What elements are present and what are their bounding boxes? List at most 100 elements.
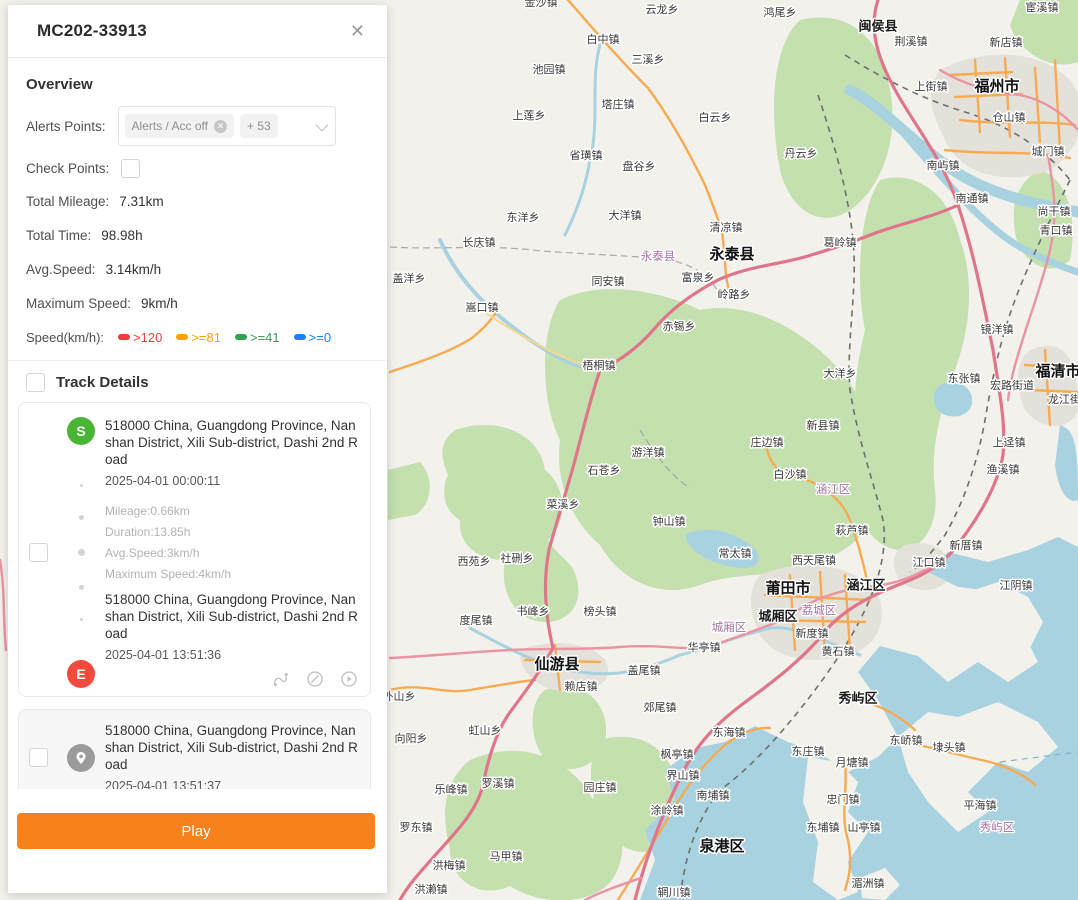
- map-label: 福清市: [1034, 362, 1078, 380]
- map-label: 埭头镇: [933, 740, 966, 754]
- track-stop-card[interactable]: 518000 China, Guangdong Province, Nansha…: [18, 709, 371, 789]
- start-time: 2025-04-01 00:00:11: [105, 474, 360, 488]
- map-label: 涵江区: [816, 482, 851, 496]
- alerts-tag[interactable]: Alerts / Acc off ✕: [125, 114, 234, 138]
- map-label: 社硎乡: [501, 551, 534, 565]
- map-label: 岭路乡: [718, 287, 751, 301]
- segment-avg-speed: Avg.Speed:3km/h: [105, 546, 360, 560]
- tag-remove-icon[interactable]: ✕: [214, 120, 227, 133]
- stop-time: 2025-04-01 13:51:37: [105, 779, 360, 789]
- segment-max-speed: Maximum Speed:4km/h: [105, 567, 360, 581]
- map-label: 嵩口镇: [466, 300, 499, 314]
- map-label: 云龙乡: [646, 3, 679, 16]
- map-label: 渔溪镇: [987, 462, 1020, 476]
- map-label: 三溪乡: [632, 53, 665, 66]
- close-icon[interactable]: ✕: [350, 22, 365, 40]
- total-time-label: Total Time:: [26, 228, 91, 243]
- segment-duration: Duration:13.85h: [105, 525, 360, 539]
- map-label: 秀屿区: [980, 821, 1015, 834]
- map-label: 涂岭镇: [651, 803, 684, 817]
- map-label: 宏路街道: [990, 378, 1034, 392]
- green-pill-icon: [235, 334, 247, 340]
- total-mileage-label: Total Mileage:: [26, 194, 109, 209]
- map-label: 尚干镇: [1038, 204, 1071, 218]
- map-label: 白云乡: [699, 110, 732, 124]
- total-time-value: 98.98h: [101, 228, 142, 243]
- app: 金沙镇云龙乡鸿尾乡宦溪镇白中镇荆溪镇新店镇闽侯县三溪乡池园镇上街镇福州市塔庄镇白…: [0, 0, 1078, 900]
- track-list[interactable]: S E 518000 China, Guangdong Province, Na…: [8, 402, 387, 789]
- stop-marker-column: [63, 744, 99, 772]
- map-label: 华亭镇: [688, 640, 721, 654]
- map-label: 山亭镇: [848, 820, 881, 834]
- map-label: 新店镇: [990, 35, 1023, 49]
- map-label: 福州市: [973, 77, 1019, 95]
- map-label: 上街镇: [915, 79, 948, 93]
- max-speed-label: Maximum Speed:: [26, 296, 131, 311]
- map-label: 榜头镇: [584, 604, 617, 618]
- stop-checkbox[interactable]: [29, 748, 48, 767]
- map-label: 富泉乡: [682, 270, 715, 284]
- map-label: 上迳镇: [993, 435, 1026, 449]
- avg-speed-value: 3.14km/h: [106, 262, 162, 277]
- map-label: 新厝镇: [950, 538, 983, 552]
- end-time: 2025-04-01 13:51:36: [105, 648, 360, 662]
- map-label: 闽侯县: [858, 18, 897, 33]
- tracking-panel: MC202-33913 ✕ Overview Alerts Points: Al…: [8, 5, 387, 893]
- dotted-connector: [78, 445, 85, 660]
- map-label: 上莲乡: [513, 109, 546, 122]
- map-label: 新度镇: [796, 626, 829, 640]
- map-label: 西苑乡: [458, 555, 491, 568]
- map-label: 莆田市: [765, 579, 810, 597]
- segment-mileage: Mileage:0.66km: [105, 504, 360, 518]
- track-details-checkbox[interactable]: [26, 373, 45, 392]
- end-address: 518000 China, Guangdong Province, Nansha…: [105, 591, 360, 642]
- location-pin-icon: [67, 744, 95, 772]
- max-speed-value: 9km/h: [141, 296, 178, 311]
- map-label: 金沙镇: [525, 0, 558, 9]
- map-label: 园庄镇: [584, 780, 617, 794]
- alerts-more-label: + 53: [247, 119, 271, 133]
- map-label: 辋川镇: [658, 885, 691, 899]
- map-label: 月塘镇: [836, 755, 869, 769]
- legend-green-text: >=41: [250, 330, 280, 345]
- map-label: 同安镇: [592, 274, 625, 288]
- map-label: 虹山乡: [469, 724, 502, 737]
- alerts-more-tag[interactable]: + 53: [240, 114, 278, 138]
- end-marker-icon: E: [67, 660, 95, 688]
- map-label: 东张镇: [948, 371, 981, 385]
- map-label: 忠门镇: [827, 792, 860, 806]
- route-icon[interactable]: [272, 670, 290, 688]
- map-label: 外山乡: [383, 690, 416, 703]
- legend-red-text: >120: [133, 330, 162, 345]
- check-points-checkbox[interactable]: [121, 159, 140, 178]
- alerts-points-label: Alerts Points:: [26, 119, 106, 134]
- play-circle-icon[interactable]: [340, 670, 358, 688]
- play-button[interactable]: Play: [17, 813, 375, 849]
- speed-legend-label: Speed(km/h):: [26, 330, 104, 345]
- map-label: 书峰乡: [517, 605, 550, 618]
- start-address: 518000 China, Guangdong Province, Nansha…: [105, 417, 360, 468]
- map-label: 宦溪镇: [1026, 0, 1059, 14]
- map-label: 涵江区: [846, 577, 885, 592]
- panel-header: MC202-33913 ✕: [8, 5, 387, 58]
- start-marker-icon: S: [67, 417, 95, 445]
- stop-address: 518000 China, Guangdong Province, Nansha…: [105, 722, 360, 773]
- map-label: 东埔镇: [807, 820, 840, 834]
- map-label: 盘谷乡: [623, 159, 656, 173]
- total-mileage-row: Total Mileage: 7.31km: [18, 184, 371, 218]
- legend-orange-text: >=81: [191, 330, 221, 345]
- avg-speed-label: Avg.Speed:: [26, 262, 96, 277]
- alerts-tag-label: Alerts / Acc off: [132, 119, 208, 133]
- map-label: 省璜镇: [570, 148, 603, 162]
- map-label: 泉港区: [698, 837, 744, 855]
- segment-checkbox[interactable]: [29, 543, 48, 562]
- map-label: 新县镇: [807, 418, 840, 432]
- map-label: 罗东镇: [400, 820, 433, 834]
- alerts-points-select[interactable]: Alerts / Acc off ✕ + 53: [118, 106, 336, 146]
- map-label: 池园镇: [533, 62, 566, 76]
- compass-icon[interactable]: [306, 670, 324, 688]
- map-label: 塔庄镇: [602, 97, 635, 111]
- map-label: 湄洲镇: [852, 876, 885, 890]
- track-segment-card[interactable]: S E 518000 China, Guangdong Province, Na…: [18, 402, 371, 697]
- track-details-header: Track Details: [18, 373, 371, 392]
